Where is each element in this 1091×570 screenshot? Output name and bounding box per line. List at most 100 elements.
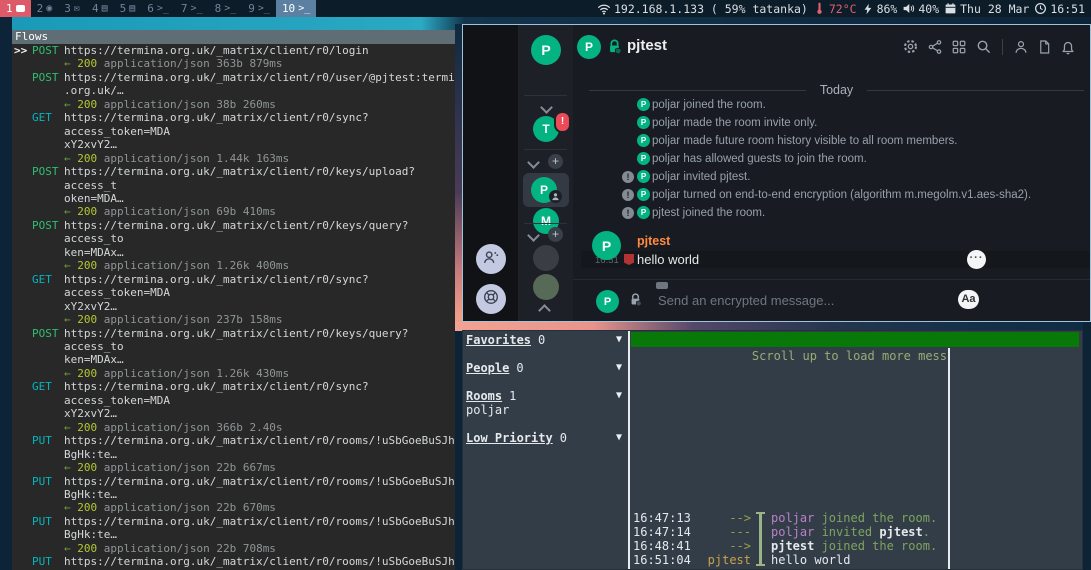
room-section-header[interactable]: Favorites0▼ (466, 333, 628, 347)
flow-row[interactable]: GEThttps://termina.org.uk/_matrix/client… (12, 111, 455, 165)
event-avatar: P (637, 116, 650, 129)
timeline-bar (759, 512, 762, 566)
response-meta: application/json 69b 410ms (97, 205, 276, 218)
divider (524, 149, 567, 150)
chevron-down-icon[interactable] (527, 156, 540, 169)
notifications-icon[interactable] (1060, 39, 1076, 55)
status-code: 200 (77, 421, 97, 434)
response-line: ← 200 application/json 1.44k 163ms (64, 152, 455, 165)
request-url: https://termina.org.uk/_matrix/client/r0… (64, 44, 455, 57)
flow-row[interactable]: POSThttps://termina.org.uk/_matrix/clien… (12, 71, 455, 111)
workspace-button[interactable]: 4▤ (86, 0, 114, 17)
desktop: 12◉3✉4▤5▤6>_7>_8>_9>_10>_ 192.168.1.133 … (0, 0, 1091, 570)
response-line: ← 200 application/json 237b 158ms (64, 313, 455, 326)
room-avatar[interactable]: P (577, 35, 601, 59)
response-arrow-icon: ← (64, 542, 77, 555)
share-icon[interactable] (927, 39, 943, 55)
room-section-header[interactable]: People0▼ (466, 361, 628, 375)
event-text: poljar joined the room. (652, 99, 766, 111)
response-arrow-icon: ← (64, 205, 77, 218)
flow-row[interactable]: PUThttps://termina.org.uk/_matrix/client… (12, 434, 455, 474)
selected-flow-cursor: >> (14, 44, 27, 57)
status-area: 192.168.1.133 ( 59% tatanka)72°C86%40%Th… (597, 2, 1091, 16)
chevron-right-icon[interactable] (538, 304, 551, 317)
search-icon[interactable] (975, 38, 992, 55)
add-room-button[interactable]: + (548, 227, 563, 242)
workspace-button[interactable]: 2◉ (31, 0, 59, 17)
request-url: xY2xvY2… (64, 407, 455, 420)
event-text: poljar made future room history visible … (652, 135, 958, 147)
browser-icon: ◉ (46, 4, 52, 14)
chevron-down-icon[interactable] (540, 101, 553, 114)
room-section-header[interactable]: Rooms1▼ (466, 389, 628, 403)
room-avatar-image[interactable] (533, 245, 559, 271)
workspace-button[interactable]: 7>_ (175, 0, 209, 17)
file-icon[interactable] (1037, 39, 1052, 55)
warning-icon: ! (622, 189, 634, 201)
add-room-button[interactable]: + (548, 154, 563, 169)
http-method: GET (32, 111, 52, 124)
composer-input[interactable]: Send an encrypted message... (658, 293, 834, 308)
mail-icon: ✉ (74, 4, 80, 14)
workspace-button[interactable]: 9>_ (242, 0, 276, 17)
workspace-number: 4 (92, 2, 99, 15)
request-url: https://termina.org.uk/_matrix/client/r0… (64, 555, 455, 568)
response-meta: application/json 1.26k 400ms (97, 259, 289, 272)
response-line: ← 200 application/json 22b 667ms (64, 461, 455, 474)
workspace-button[interactable]: 1 (0, 0, 31, 17)
status-bar (631, 332, 1079, 347)
response-meta: application/json 366b 2.40s (97, 421, 282, 434)
message-row[interactable]: 16:51 hello world ··· (581, 251, 1090, 268)
request-url: .org.uk/… (64, 84, 455, 97)
chat-timestamp: 16:47:14 (633, 525, 699, 539)
chat-sender: --> (699, 511, 751, 525)
unread-badge: ! (554, 111, 571, 133)
room-avatar-image[interactable] (533, 274, 559, 300)
calendar-icon (944, 2, 957, 15)
room-item[interactable]: poljar (466, 403, 628, 417)
chat-timestamp: 16:48:41 (633, 539, 699, 553)
workspace-button[interactable]: 10>_ (276, 0, 316, 17)
people-icon[interactable] (1013, 39, 1029, 55)
flow-row[interactable]: POSThttps://termina.org.uk/_matrix/clien… (12, 327, 455, 381)
status-text: Thu 28 Mar (960, 2, 1029, 16)
flow-row[interactable]: >>POSThttps://termina.org.uk/_matrix/cli… (12, 44, 455, 71)
sender-avatar[interactable]: P (592, 231, 621, 260)
explore-button[interactable] (476, 284, 506, 314)
room-header: P pjtest (573, 25, 1090, 69)
flow-row[interactable]: PUThttps://termina.org.uk/_matrix/client… (12, 475, 455, 515)
status-code: 200 (77, 367, 97, 380)
user-avatar[interactable]: P (531, 35, 561, 65)
power-icon (862, 3, 874, 15)
event-avatar: P (637, 170, 650, 183)
workspace-button[interactable]: 8>_ (209, 0, 243, 17)
start-chat-button[interactable] (476, 244, 506, 274)
message-options-button[interactable]: ··· (967, 250, 986, 269)
flow-row[interactable]: POSThttps://termina.org.uk/_matrix/clien… (12, 165, 455, 219)
flow-row[interactable]: PUThttps://termina.org.uk/_matrix/client… (12, 555, 455, 570)
apps-icon[interactable] (951, 39, 967, 55)
event-text: poljar turned on end-to-end encryption (… (652, 189, 1031, 201)
format-button[interactable]: Aa (958, 290, 979, 309)
request-url: oken=MDA… (64, 192, 455, 205)
workspace-button[interactable]: 3✉ (58, 0, 86, 17)
response-meta: application/json 237b 158ms (97, 313, 282, 326)
section-label: People (466, 361, 509, 375)
flow-row[interactable]: GEThttps://termina.org.uk/_matrix/client… (12, 380, 455, 434)
terminal-icon: >_ (157, 4, 169, 14)
request-url: https://termina.org.uk/_matrix/client/r0… (64, 219, 455, 246)
workspace-button[interactable]: 6>_ (141, 0, 175, 17)
room-section-header[interactable]: Low Priority0▼ (466, 431, 628, 445)
flow-row[interactable]: GEThttps://termina.org.uk/_matrix/client… (12, 273, 455, 327)
event-avatar: P (637, 152, 650, 165)
message-sender-row: P pjtest (573, 229, 1090, 251)
collapse-arrow-icon: ▼ (616, 361, 622, 375)
flow-row[interactable]: PUThttps://termina.org.uk/_matrix/client… (12, 515, 455, 555)
status-code: 200 (77, 98, 97, 111)
workspace-button[interactable]: 5▤ (114, 0, 142, 17)
event-avatar: P (637, 188, 650, 201)
flow-row[interactable]: POSThttps://termina.org.uk/_matrix/clien… (12, 219, 455, 273)
settings-icon[interactable] (902, 38, 919, 55)
chat-sender: --- (699, 525, 751, 539)
status-code: 200 (77, 313, 97, 326)
